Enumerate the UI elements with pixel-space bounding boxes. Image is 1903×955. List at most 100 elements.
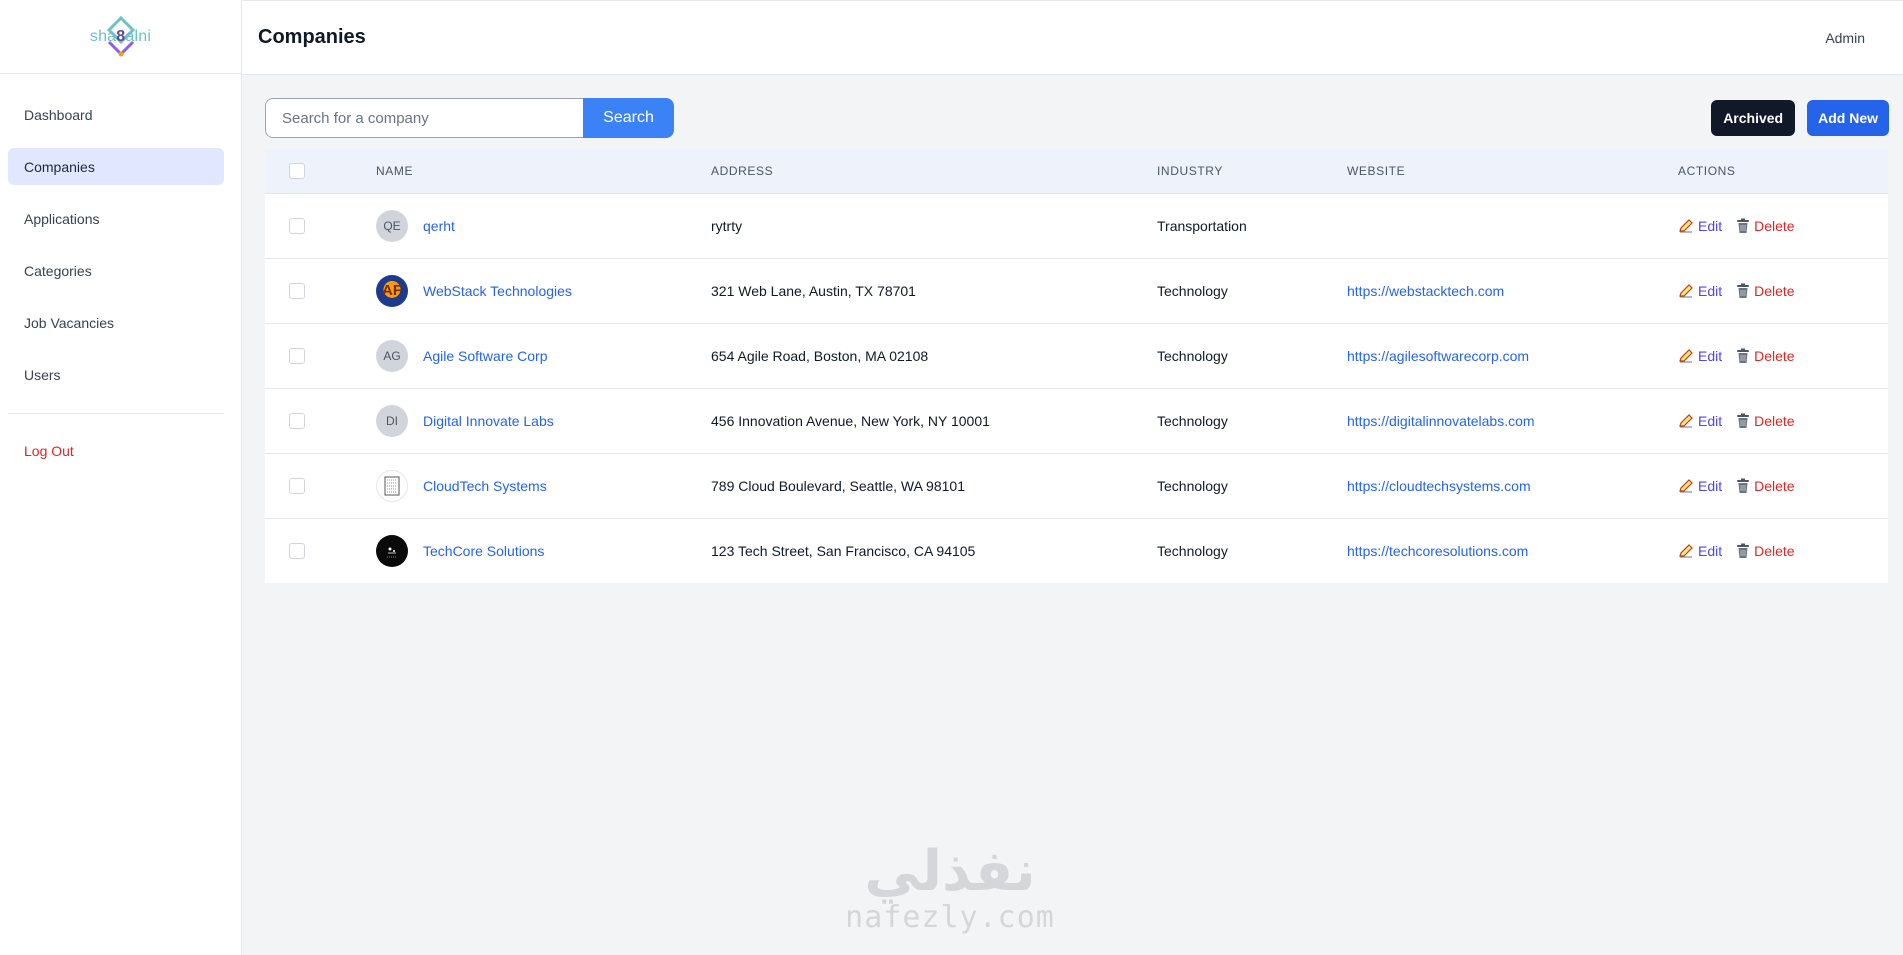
row-checkbox[interactable] (289, 543, 305, 560)
table-row: AG Agile Software Corp 654 Agile Road, B… (265, 323, 1888, 388)
trash-icon (1737, 478, 1750, 493)
logo-area: sha8alni (0, 0, 241, 74)
actions-cell: Edit Delete (1678, 453, 1888, 518)
column-header-actions: Actions (1678, 164, 1736, 179)
website-cell: https://techcoresolutions.com (1347, 518, 1678, 583)
select-all-checkbox[interactable] (289, 163, 305, 180)
edit-button[interactable]: Edit (1678, 218, 1722, 234)
company-name-link[interactable]: CloudTech Systems (423, 478, 547, 494)
pencil-icon (1679, 413, 1693, 427)
industry-cell: Technology (1157, 542, 1228, 559)
delete-button[interactable]: Delete (1736, 217, 1795, 234)
edit-button[interactable]: Edit (1678, 348, 1722, 364)
table-row: CloudTech Systems 789 Cloud Boulevard, S… (265, 453, 1888, 518)
edit-button[interactable]: Edit (1678, 283, 1722, 299)
delete-button[interactable]: Delete (1736, 282, 1795, 299)
table-body: QE qerht rytrty Transportation Edit Dele… (265, 193, 1888, 583)
pencil-icon (1679, 478, 1693, 492)
company-avatar: AG (376, 339, 408, 372)
trash-icon (1737, 218, 1750, 233)
delete-button[interactable]: Delete (1736, 478, 1795, 494)
logout-button[interactable]: Log Out (8, 432, 224, 469)
address-cell: 654 Agile Road, Boston, MA 02108 (711, 347, 929, 364)
sidebar-item-job-vacancies[interactable]: Job Vacancies (8, 304, 224, 341)
search-input[interactable] (265, 98, 583, 138)
search-button[interactable]: Search (583, 98, 674, 138)
table-row: AF WebStack Technologies 321 Web Lane, A… (265, 258, 1888, 323)
user-menu[interactable]: Admin (1825, 30, 1865, 46)
row-checkbox[interactable] (289, 348, 305, 365)
row-checkbox[interactable] (289, 413, 305, 430)
toolbar-actions: Archived Add New (1711, 100, 1889, 136)
row-checkbox[interactable] (289, 218, 305, 235)
column-header-website: Website (1347, 164, 1406, 179)
sidebar-item-users[interactable]: Users (8, 356, 224, 393)
row-check-cell (265, 193, 376, 258)
archived-button[interactable]: Archived (1711, 100, 1796, 136)
company-logo-image (376, 469, 408, 502)
table-row: TechCore Solutions 123 Tech Street, San … (265, 518, 1888, 583)
website-link[interactable]: https://cloudtechsystems.com (1347, 478, 1531, 494)
sidebar-nav: Dashboard Companies Applications Categor… (0, 74, 241, 469)
row-checkbox[interactable] (289, 283, 305, 300)
company-name-link[interactable]: Digital Innovate Labs (423, 413, 554, 429)
name-cell: CloudTech Systems (376, 453, 711, 518)
add-new-button[interactable]: Add New (1807, 100, 1889, 136)
website-cell: https://digitalinnovatelabs.com (1347, 388, 1678, 453)
trash-icon (1737, 413, 1750, 428)
edit-label: Edit (1698, 412, 1723, 429)
edit-button[interactable]: Edit (1678, 543, 1722, 559)
website-link[interactable]: https://techcoresolutions.com (1347, 543, 1528, 559)
pencil-icon (1679, 283, 1693, 297)
row-checkbox[interactable] (289, 478, 305, 495)
industry-cell: Transportation (1157, 217, 1247, 234)
table-header-row: Name Address Industry Website Actions (265, 150, 1888, 193)
sidebar-item-dashboard[interactable]: Dashboard (8, 96, 224, 133)
website-link[interactable]: https://agilesoftwarecorp.com (1347, 348, 1529, 364)
edit-label: Edit (1698, 477, 1723, 494)
industry-cell: Technology (1157, 477, 1228, 494)
pencil-icon (1679, 543, 1693, 558)
delete-label: Delete (1754, 412, 1795, 429)
brand-logo[interactable]: sha8alni (85, 15, 157, 58)
delete-label: Delete (1754, 282, 1795, 299)
name-cell: QE qerht (376, 193, 711, 258)
edit-button[interactable]: Edit (1678, 478, 1722, 494)
name-cell: AF WebStack Technologies (376, 258, 711, 323)
main-area: Companies Admin Search Archived Add New (242, 0, 1903, 955)
industry-cell: Technology (1157, 282, 1228, 299)
sidebar-item-companies[interactable]: Companies (8, 148, 224, 185)
actions-cell: Edit Delete (1678, 323, 1888, 388)
delete-label: Delete (1754, 217, 1795, 234)
website-link[interactable]: https://webstacktech.com (1347, 283, 1504, 299)
row-check-cell (265, 518, 376, 583)
row-check-cell (265, 388, 376, 453)
delete-button[interactable]: Delete (1736, 542, 1795, 559)
edit-label: Edit (1698, 282, 1723, 299)
search-group: Search (265, 98, 674, 138)
sidebar-item-categories[interactable]: Categories (8, 252, 224, 289)
sidebar-item-applications[interactable]: Applications (8, 200, 224, 237)
delete-button[interactable]: Delete (1736, 348, 1795, 364)
website-cell (1347, 193, 1678, 258)
company-name-link[interactable]: qerht (423, 218, 455, 234)
address-cell: 789 Cloud Boulevard, Seattle, WA 98101 (711, 477, 965, 494)
company-logo-image: AF (376, 274, 408, 307)
company-name-link[interactable]: Agile Software Corp (423, 348, 548, 364)
delete-label: Delete (1754, 542, 1795, 559)
company-name-link[interactable]: WebStack Technologies (423, 283, 572, 299)
table-row: DI Digital Innovate Labs 456 Innovation … (265, 388, 1888, 453)
column-header-name: Name (376, 164, 414, 179)
page-title: Companies (258, 26, 366, 48)
brand-name: sha8alni (89, 27, 152, 45)
delete-button[interactable]: Delete (1736, 412, 1795, 429)
pencil-icon (1679, 218, 1693, 232)
sidebar-divider (8, 413, 224, 414)
select-all-cell (265, 150, 376, 193)
industry-cell: Technology (1157, 347, 1228, 364)
company-name-link[interactable]: TechCore Solutions (423, 543, 544, 559)
row-check-cell (265, 258, 376, 323)
edit-button[interactable]: Edit (1678, 413, 1722, 429)
watermark-arabic: نفذلي (864, 839, 1036, 904)
website-link[interactable]: https://digitalinnovatelabs.com (1347, 413, 1535, 429)
